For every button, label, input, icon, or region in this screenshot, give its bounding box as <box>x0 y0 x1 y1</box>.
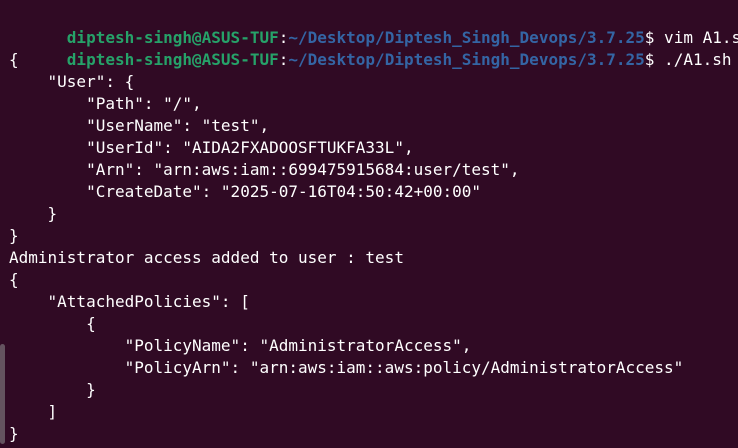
prompt-user-host: diptesh-singh@ASUS-TUF <box>66 28 279 47</box>
output-line: } <box>9 380 96 399</box>
output-line: "AttachedPolicies": [ <box>9 292 250 311</box>
output-line: Administrator access added to user : tes… <box>9 248 404 267</box>
prompt-path: ~/Desktop/Diptesh_Singh_Devops/3.7.25 <box>288 50 645 69</box>
terminal-content: diptesh-singh@ASUS-TUF:~/Desktop/Diptesh… <box>9 5 738 445</box>
output-line: "User": { <box>9 72 135 91</box>
command-text: vim A1.sh <box>664 28 738 47</box>
output-line: "Arn": "arn:aws:iam::699475915684:user/t… <box>9 160 520 179</box>
terminal-window[interactable]: diptesh-singh@ASUS-TUF:~/Desktop/Diptesh… <box>0 0 738 448</box>
output-line: "UserId": "AIDA2FXADOOSFTUKFA33L", <box>9 138 414 157</box>
prompt-symbol: $ <box>644 28 655 47</box>
output-line: ] <box>9 402 58 421</box>
output-line: "Path": "/", <box>9 94 202 113</box>
output-line: "UserName": "test", <box>9 116 270 135</box>
prompt-line: diptesh-singh@ASUS-TUF:~/Desktop/Diptesh… <box>9 5 738 47</box>
prompt-separator: : <box>278 28 289 47</box>
output-line: } <box>9 226 19 245</box>
prompt-separator: : <box>278 50 289 69</box>
output-line: "PolicyName": "AdministratorAccess", <box>9 336 472 355</box>
command-text: ./A1.sh <box>654 50 732 69</box>
prompt-path: ~/Desktop/Diptesh_Singh_Devops/3.7.25 <box>288 28 645 47</box>
output-line: } <box>9 204 58 223</box>
output-line: "PolicyArn": "arn:aws:iam::aws:policy/Ad… <box>9 358 684 377</box>
prompt-symbol: $ <box>644 50 655 69</box>
scrollbar-thumb[interactable] <box>0 344 5 444</box>
output-line: } <box>9 424 19 443</box>
output-line: "CreateDate": "2025-07-16T04:50:42+00:00… <box>9 182 482 201</box>
output-line: { <box>9 270 19 289</box>
output-line: { <box>9 314 96 333</box>
prompt-user-host: diptesh-singh@ASUS-TUF <box>66 50 279 69</box>
